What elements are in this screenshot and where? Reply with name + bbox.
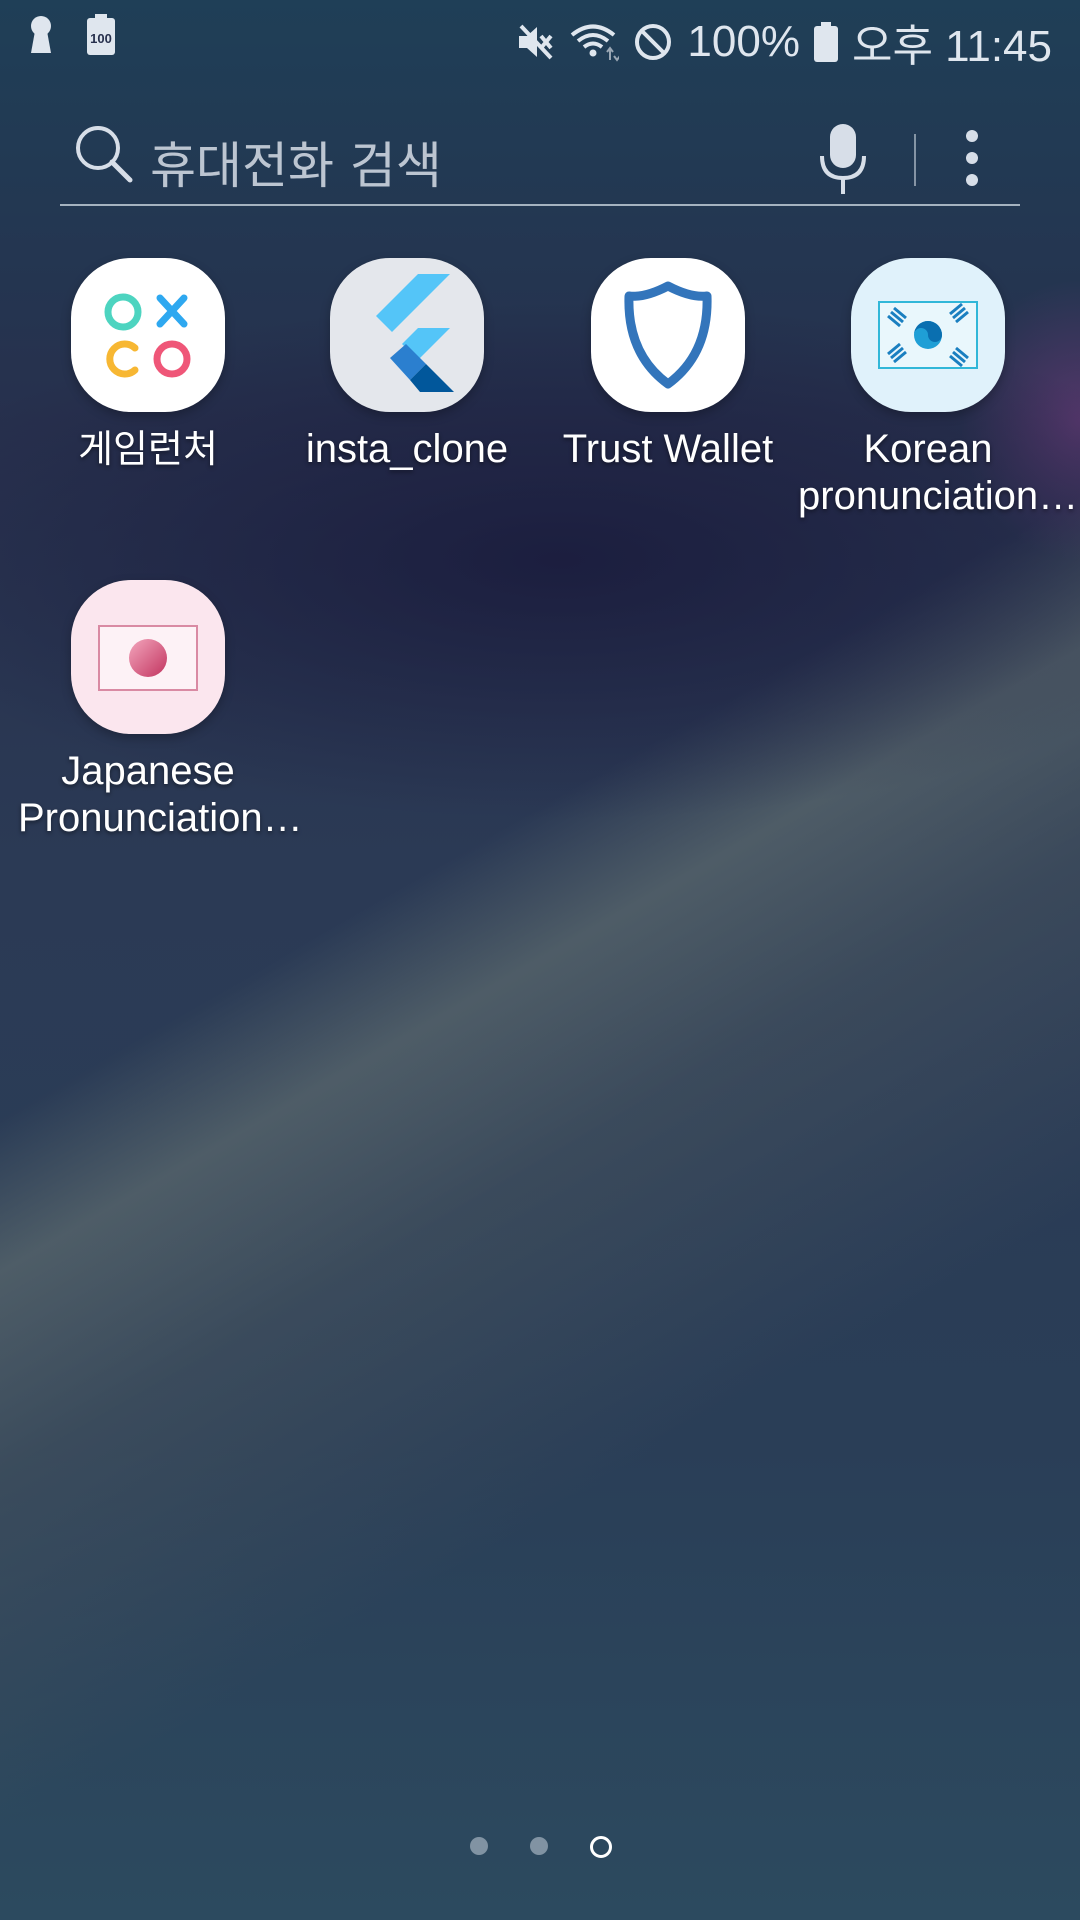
battery-100-icon: 100 bbox=[86, 14, 116, 56]
battery-small-label: 100 bbox=[90, 31, 112, 46]
app-label: insta_clone bbox=[305, 427, 509, 471]
korean-flag-icon[interactable] bbox=[851, 258, 1005, 412]
app-insta-clone[interactable]: insta_clone bbox=[277, 258, 537, 473]
microphone-icon[interactable] bbox=[808, 120, 878, 204]
flutter-icon[interactable] bbox=[330, 258, 484, 412]
app-label: Korean pronunciation… bbox=[798, 427, 1079, 518]
search-bar[interactable]: 휴대전화 검색 bbox=[60, 112, 1020, 206]
page-indicator[interactable] bbox=[0, 1832, 1080, 1862]
page-dot[interactable] bbox=[530, 1837, 548, 1855]
app-trust-wallet[interactable]: Trust Wallet bbox=[538, 258, 798, 473]
japanese-flag-icon[interactable] bbox=[71, 580, 225, 734]
do-not-disturb-icon bbox=[633, 22, 673, 62]
app-japanese-pronunciation[interactable]: Japanese Pronunciation… bbox=[18, 580, 303, 842]
page-dot[interactable] bbox=[470, 1837, 488, 1855]
app-game-launcher[interactable]: 게임런처 bbox=[18, 258, 278, 473]
keyhole-icon bbox=[28, 15, 54, 55]
page-dot-current[interactable] bbox=[590, 1836, 612, 1858]
clock: 오후 11:45 bbox=[851, 22, 1052, 71]
mute-icon bbox=[515, 22, 555, 62]
app-label: 게임런처 bbox=[78, 427, 218, 471]
battery-icon bbox=[813, 22, 838, 62]
more-options-icon[interactable] bbox=[962, 128, 982, 192]
app-label: Trust Wallet bbox=[562, 427, 774, 471]
search-input[interactable]: 휴대전화 검색 bbox=[150, 126, 442, 198]
search-divider bbox=[914, 134, 916, 186]
app-korean-pronunciation[interactable]: Korean pronunciation… bbox=[798, 258, 1079, 520]
wifi-icon bbox=[569, 22, 620, 62]
shield-icon[interactable] bbox=[591, 258, 745, 412]
battery-percent: 100% bbox=[687, 17, 800, 66]
app-label: Japanese Pronunciation… bbox=[18, 749, 303, 840]
status-bar: 100 100% 오후 11:45 bbox=[0, 0, 1080, 72]
game-launcher-icon[interactable] bbox=[71, 258, 225, 412]
search-icon[interactable] bbox=[72, 122, 136, 190]
